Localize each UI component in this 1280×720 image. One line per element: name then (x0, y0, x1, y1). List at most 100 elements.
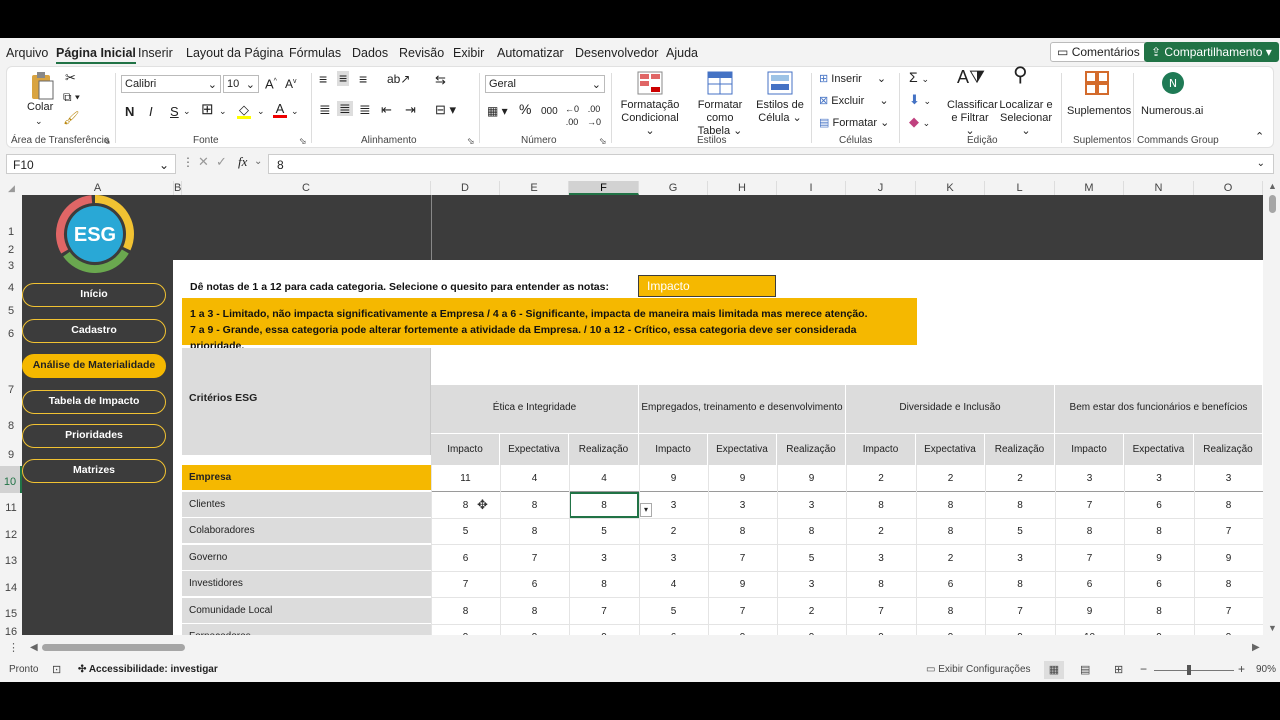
chevron-down-icon[interactable]: ⌄ (291, 105, 299, 118)
score-cell[interactable]: 4 (639, 571, 708, 597)
insert-cells-button[interactable]: ⊞ Inserir ⌄ (819, 73, 886, 86)
score-cell[interactable]: 5 (777, 545, 846, 571)
score-cell[interactable]: 7 (985, 598, 1055, 624)
criteria-row-label[interactable]: Empresa (182, 465, 431, 491)
accessibility-status[interactable]: ✣ Accessibilidade: investigar (78, 664, 218, 675)
score-cell[interactable]: 6 (1124, 492, 1194, 518)
menu-tab[interactable]: Exibir (453, 46, 484, 60)
underline-icon[interactable]: S (170, 105, 179, 118)
score-cell[interactable]: 9 (431, 624, 500, 635)
score-cell[interactable]: 7 (569, 598, 639, 624)
scroll-right-icon[interactable]: ▶ (1252, 642, 1260, 653)
row-header-6[interactable]: 6 (0, 322, 22, 345)
row-header-3[interactable]: 3 (0, 259, 22, 275)
score-cell[interactable]: 6 (916, 571, 985, 597)
score-cell[interactable]: 8 (916, 598, 985, 624)
zoom-level[interactable]: 90% (1256, 664, 1276, 675)
score-cell[interactable]: 8 (985, 571, 1055, 597)
normal-view-icon[interactable]: ▦ (1044, 661, 1064, 679)
column-header-L[interactable]: L (985, 181, 1055, 195)
menu-tab[interactable]: Ajuda (666, 46, 698, 60)
score-cell[interactable]: 8 (569, 492, 639, 518)
nav-button[interactable]: Análise de Materialidade (22, 354, 166, 378)
addins-icon[interactable] (1085, 71, 1109, 95)
name-box[interactable]: F10 ⌄ (6, 154, 176, 174)
row-header-1[interactable]: 1 (0, 195, 22, 243)
delete-cells-button[interactable]: ⊠ Excluir ⌄ (819, 95, 889, 108)
score-cell[interactable]: 8 (1055, 518, 1124, 544)
italic-icon[interactable]: I (149, 105, 153, 118)
addins-button[interactable]: Suplementos (1067, 105, 1131, 118)
cancel-icon[interactable]: ✕ (198, 155, 209, 168)
menu-tab[interactable]: Revisão (399, 46, 444, 60)
row-header-9[interactable]: 9 (0, 437, 22, 466)
score-cell[interactable]: 5 (431, 518, 500, 544)
chevron-down-icon[interactable]: ⌄ (254, 155, 262, 168)
row-header-5[interactable]: 5 (0, 299, 22, 322)
score-cell[interactable]: 8 (431, 598, 500, 624)
format-table-icon[interactable] (707, 71, 733, 95)
score-cell[interactable]: 8 (846, 492, 916, 518)
criteria-row-label[interactable]: Comunidade Local (182, 598, 431, 624)
score-cell[interactable]: 9 (708, 465, 777, 491)
score-cell[interactable]: 4 (500, 465, 569, 491)
cell-styles-button[interactable]: Estilos de Célula ⌄ (755, 99, 805, 125)
bold-icon[interactable]: N (125, 105, 134, 118)
worksheet[interactable]: ESG Início Cadastro Análise de Materialida… (22, 195, 1263, 635)
score-cell[interactable]: 9 (1124, 545, 1194, 571)
score-cell[interactable]: 9 (708, 624, 777, 635)
formula-input[interactable]: 8 ⌄ (268, 154, 1274, 174)
score-cell[interactable]: 9 (569, 624, 639, 635)
percent-icon[interactable]: % (519, 102, 531, 116)
score-cell[interactable]: 7 (846, 598, 916, 624)
row-header-4[interactable]: 4 (0, 275, 22, 299)
score-cell[interactable]: 8 (708, 518, 777, 544)
currency-icon[interactable]: ▦ ▾ (487, 105, 508, 118)
column-header-A[interactable]: A (22, 181, 174, 195)
number-format-select[interactable]: Geral ⌄ (485, 75, 605, 93)
paste-icon[interactable] (29, 71, 55, 101)
align-left-icon[interactable]: ≣ (319, 102, 331, 116)
borders-icon[interactable]: ⊞ (201, 102, 214, 117)
score-cell[interactable]: 2 (916, 545, 985, 571)
chevron-down-icon[interactable]: ⌄ (183, 105, 191, 118)
enter-icon[interactable]: ✓ (216, 155, 227, 168)
score-cell[interactable]: 8 (431, 492, 500, 518)
page-break-icon[interactable]: ⊞ (1114, 663, 1123, 676)
score-cell[interactable]: 2 (777, 598, 846, 624)
score-cell[interactable]: 9 (916, 624, 985, 635)
comments-button[interactable]: ▭ Comentários (1050, 42, 1147, 62)
score-cell[interactable]: 5 (985, 518, 1055, 544)
row-header-10[interactable]: 10 (0, 466, 22, 493)
quesito-select[interactable]: Impacto (638, 275, 776, 297)
score-cell[interactable]: 7 (1055, 545, 1124, 571)
menu-tab[interactable]: Automatizar (497, 46, 564, 60)
column-header-M[interactable]: M (1055, 181, 1124, 195)
font-launcher-icon[interactable]: ⬂ (299, 135, 307, 148)
row-header-12[interactable]: 12 (0, 519, 22, 546)
row-header-15[interactable]: 15 (0, 599, 22, 625)
row-header-14[interactable]: 14 (0, 572, 22, 599)
column-header-E[interactable]: E (500, 181, 569, 195)
cut-icon[interactable]: ✂ (65, 71, 76, 84)
column-header-C[interactable]: C (182, 181, 431, 195)
criteria-row-label[interactable]: Fornecedores (182, 624, 431, 635)
menu-tab[interactable]: Dados (352, 46, 388, 60)
score-cell[interactable]: 2 (846, 518, 916, 544)
score-cell[interactable]: 8 (1124, 518, 1194, 544)
criteria-row-label[interactable]: Governo (182, 545, 431, 571)
clipboard-launcher-icon[interactable]: ⬂ (103, 135, 111, 148)
select-all-icon[interactable]: ◢ (8, 183, 15, 194)
cell-dropdown-icon[interactable]: ▾ (640, 503, 652, 517)
format-table-button[interactable]: Formatar como Tabela ⌄ (683, 99, 757, 138)
score-cell[interactable]: 9 (846, 624, 916, 635)
row-header-8[interactable]: 8 (0, 401, 22, 437)
score-cell[interactable]: 9 (1055, 598, 1124, 624)
scroll-down-icon[interactable]: ▼ (1268, 623, 1277, 633)
column-header-K[interactable]: K (916, 181, 985, 195)
insert-function-button[interactable]: fx (238, 155, 247, 168)
score-cell[interactable]: 7 (708, 545, 777, 571)
score-cell[interactable]: 9 (777, 465, 846, 491)
score-cell[interactable]: 11 (431, 465, 500, 491)
score-cell[interactable]: 7 (431, 571, 500, 597)
